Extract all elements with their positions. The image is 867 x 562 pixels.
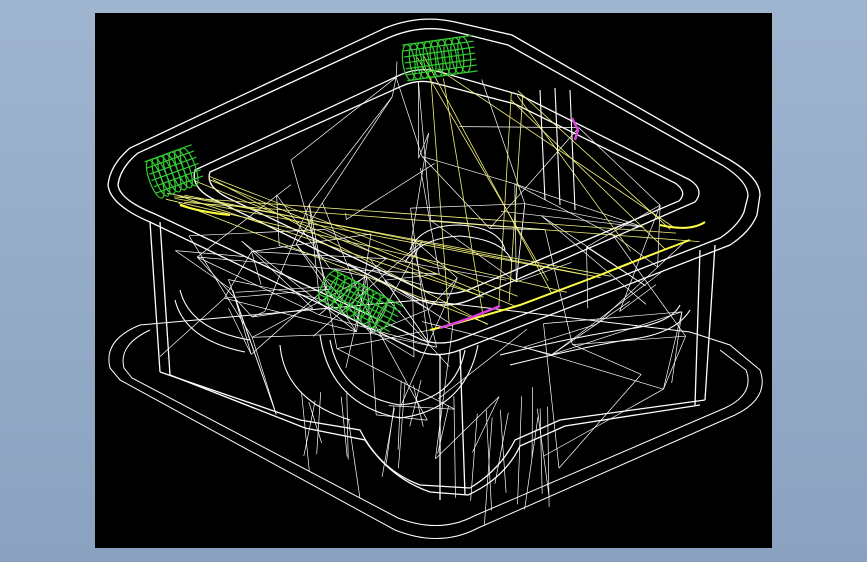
mesh-edge xyxy=(572,335,686,345)
mesh-edge xyxy=(235,286,328,293)
mesh-edge xyxy=(558,374,642,469)
guide-lines xyxy=(165,54,700,326)
guide-line xyxy=(166,192,611,277)
mesh-edge xyxy=(175,250,234,291)
wireframe-model-drawing xyxy=(107,18,763,539)
mesh-edge xyxy=(435,325,454,459)
guide-line xyxy=(212,179,488,326)
mesh-edge xyxy=(421,156,515,185)
strut-edge xyxy=(539,408,543,494)
mesh-edge xyxy=(395,61,398,78)
strut-edge xyxy=(470,413,478,501)
guide-line xyxy=(422,54,552,294)
strut-edge xyxy=(536,408,550,496)
mesh-edge xyxy=(418,132,430,159)
mesh-edge xyxy=(336,348,455,410)
green-handle-top xyxy=(401,34,478,82)
mesh-edge xyxy=(345,212,347,220)
mesh-edge xyxy=(251,337,277,415)
strut-edge xyxy=(301,391,310,472)
mesh-edge xyxy=(657,205,661,268)
mesh-edge xyxy=(572,344,642,375)
guide-line xyxy=(173,196,677,234)
mesh-edge xyxy=(489,127,580,229)
mesh-edge xyxy=(586,247,589,309)
mesh-edge xyxy=(543,388,664,457)
guide-line xyxy=(443,78,484,318)
mesh-edge xyxy=(543,311,682,324)
mesh-edge xyxy=(515,203,526,282)
mesh-edge xyxy=(228,279,277,415)
strut-edge xyxy=(346,391,349,460)
strut-edge xyxy=(494,412,509,484)
mesh-edge xyxy=(388,405,455,410)
box-outline xyxy=(107,18,761,500)
mesh-edge xyxy=(196,256,253,318)
strut-edge xyxy=(524,416,539,510)
green-handle-left xyxy=(144,144,204,199)
mesh-edge xyxy=(346,163,435,220)
strut-edge xyxy=(347,418,361,498)
mesh-edge xyxy=(224,251,252,299)
mesh-edge xyxy=(322,96,393,204)
guide-line xyxy=(430,77,450,325)
mesh-edge xyxy=(616,237,658,268)
base-outline xyxy=(108,299,763,539)
mesh-edge xyxy=(543,323,560,469)
mesh-edge xyxy=(159,297,225,357)
mesh-edge xyxy=(595,239,688,325)
mesh-edge xyxy=(411,132,430,239)
mesh-edge xyxy=(421,156,490,229)
mesh-edge xyxy=(250,286,328,355)
mesh-edge xyxy=(251,251,262,285)
mesh-edge xyxy=(410,203,525,209)
strut-edge xyxy=(531,387,533,459)
mesh-edge xyxy=(578,127,661,206)
mesh-edge xyxy=(481,79,526,204)
cad-viewport[interactable] xyxy=(95,13,772,548)
handle-edge xyxy=(404,52,476,64)
strut-edge xyxy=(453,396,456,498)
